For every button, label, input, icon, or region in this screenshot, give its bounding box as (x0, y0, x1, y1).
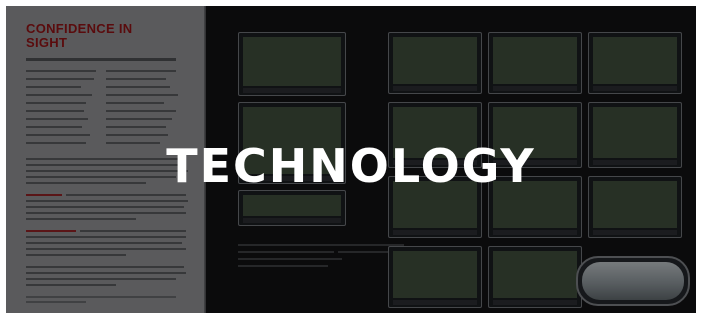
technology-banner[interactable]: CONFIDENCE IN SIGHT TECHNOLOGY (6, 6, 696, 313)
banner-heading: TECHNOLOGY (166, 139, 536, 193)
